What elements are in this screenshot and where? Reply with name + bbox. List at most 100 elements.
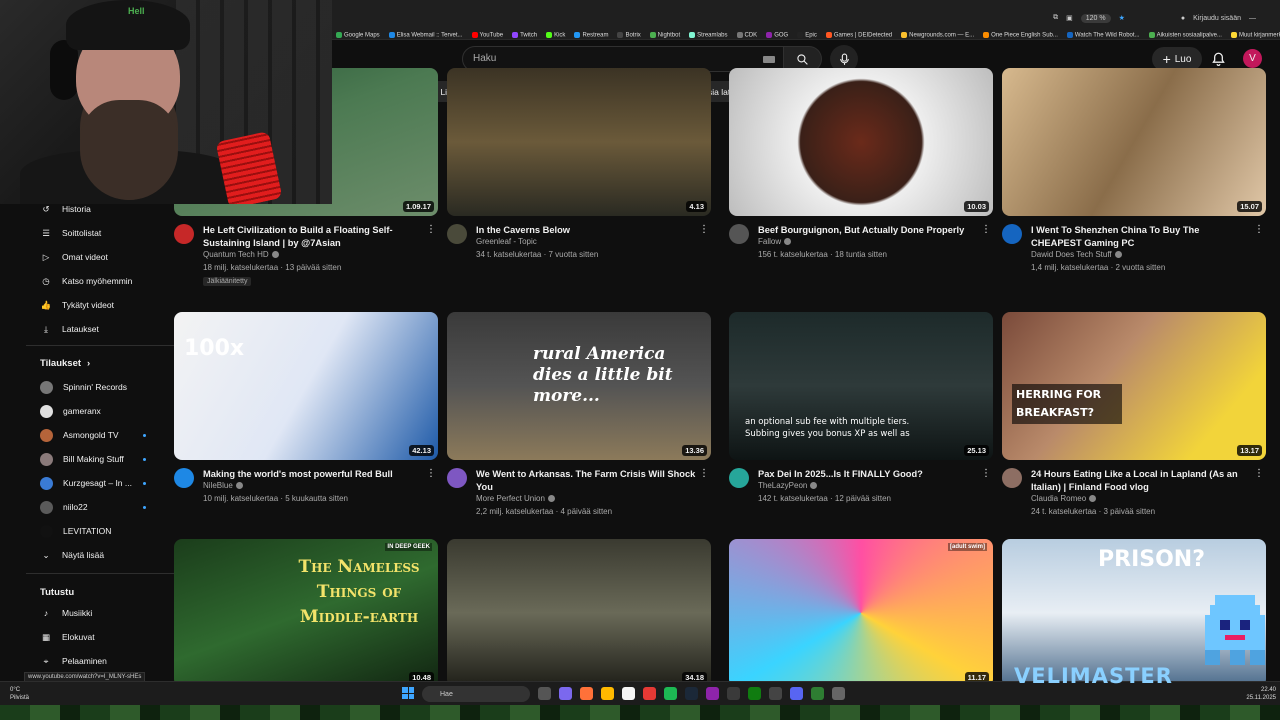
- more-actions-icon[interactable]: ⋮: [426, 224, 436, 235]
- bookmark-item[interactable]: Elisa Webmail :: Tervet...: [388, 31, 463, 38]
- channel-avatar[interactable]: [1002, 224, 1022, 244]
- channel-avatar[interactable]: [447, 468, 467, 488]
- channel-name[interactable]: TheLazyPeon: [758, 481, 818, 490]
- sign-in-button[interactable]: Kirjaudu sisään: [1193, 15, 1241, 22]
- more-actions-icon[interactable]: ⋮: [699, 468, 709, 479]
- video-thumbnail[interactable]: 10.03: [729, 68, 993, 216]
- sidebar-item-lataukset[interactable]: ⤓ Lataukset: [40, 320, 99, 338]
- more-actions-icon[interactable]: ⋮: [981, 468, 991, 479]
- star-icon[interactable]: ★: [1119, 14, 1125, 22]
- video-title[interactable]: He Left Civilization to Build a Floating…: [203, 224, 423, 249]
- sidebar-item-omat-videot[interactable]: ▷ Omat videot: [40, 248, 108, 266]
- sidebar-item-katso-myöhemmin[interactable]: ◷ Katso myöhemmin: [40, 272, 132, 290]
- subscription-item[interactable]: gameranx: [40, 402, 101, 420]
- bookmark-item[interactable]: Newgrounds.com — E...: [901, 31, 974, 38]
- channel-name[interactable]: NileBlue: [203, 481, 243, 490]
- channel-name[interactable]: Claudia Romeo: [1031, 494, 1097, 503]
- subscription-item[interactable]: Spinnin' Records: [40, 378, 127, 396]
- taskbar-app-icon[interactable]: [832, 687, 845, 700]
- bookmark-item[interactable]: Restream: [574, 31, 608, 38]
- video-title[interactable]: In the Caverns Below: [476, 224, 696, 237]
- taskbar-app-icon[interactable]: [559, 687, 572, 700]
- bookmark-item[interactable]: Aikuisten sosiaalipalve...: [1148, 31, 1222, 38]
- sidebar-item-tykätyt-videot[interactable]: 👍 Tykätyt videot: [40, 296, 114, 314]
- video-title[interactable]: Beef Bourguignon, But Actually Done Prop…: [758, 224, 978, 237]
- bookmark-item[interactable]: Nightbot: [649, 31, 680, 38]
- video-thumbnail[interactable]: rural America dies a little bit more... 1…: [447, 312, 711, 460]
- taskbar-app-icon[interactable]: [538, 687, 551, 700]
- taskbar-app-icon[interactable]: [748, 687, 761, 700]
- video-thumbnail[interactable]: 34.18: [447, 539, 711, 687]
- taskbar-search[interactable]: Hae: [422, 686, 530, 702]
- channel-name[interactable]: More Perfect Union: [476, 494, 555, 503]
- more-actions-icon[interactable]: ⋮: [1254, 468, 1264, 479]
- subscriptions-heading[interactable]: Tilaukset ›: [40, 358, 90, 369]
- video-title[interactable]: 24 Hours Eating Like a Local in Lapland …: [1031, 468, 1251, 493]
- subscription-item[interactable]: niilo22: [40, 498, 88, 516]
- taskbar-app-icon[interactable]: [622, 687, 635, 700]
- explore-item[interactable]: ▦ Elokuvat: [40, 628, 95, 646]
- keyboard-icon[interactable]: [763, 56, 775, 63]
- bookmark-item[interactable]: Streamlabs: [689, 31, 728, 38]
- start-button[interactable]: [402, 687, 414, 699]
- channel-avatar[interactable]: [174, 224, 194, 244]
- taskbar-app-icon[interactable]: [580, 687, 593, 700]
- channel-name[interactable]: Quantum Tech HD: [203, 250, 279, 259]
- bookmark-item[interactable]: GOG: [766, 31, 788, 38]
- bookmark-item[interactable]: Watch The Wild Robot...: [1066, 31, 1140, 38]
- video-thumbnail[interactable]: 4.13: [447, 68, 711, 216]
- taskbar-app-icon[interactable]: [811, 687, 824, 700]
- video-thumbnail[interactable]: an optional sub fee with multiple tiers.…: [729, 312, 993, 460]
- show-more-button[interactable]: ⌄ Näytä lisää: [40, 546, 104, 564]
- bookmark-item[interactable]: Google Maps: [336, 31, 380, 38]
- sidebar-item-soittolistat[interactable]: ☰ Soittolistat: [40, 224, 101, 242]
- zoom-indicator[interactable]: 120 %: [1080, 13, 1111, 23]
- video-thumbnail[interactable]: The Nameless Things of Middle-earth IN DE…: [174, 539, 438, 687]
- more-actions-icon[interactable]: ⋮: [699, 224, 709, 235]
- extensions-icon[interactable]: ⧉: [1053, 14, 1058, 22]
- bookmark-item[interactable]: Kick: [546, 31, 565, 38]
- more-actions-icon[interactable]: ⋮: [426, 468, 436, 479]
- notifications-button[interactable]: [1208, 49, 1228, 69]
- taskbar-app-icon[interactable]: [727, 687, 740, 700]
- explore-item[interactable]: ♪ Musiikki: [40, 604, 92, 622]
- video-title[interactable]: Pax Dei In 2025...Is It FINALLY Good?: [758, 468, 978, 481]
- channel-name[interactable]: Fallow: [758, 237, 792, 246]
- video-thumbnail[interactable]: 100x 42.13: [174, 312, 438, 460]
- channel-avatar[interactable]: [1002, 468, 1022, 488]
- video-title[interactable]: I Went To Shenzhen China To Buy The CHEA…: [1031, 224, 1251, 249]
- more-actions-icon[interactable]: ⋮: [981, 224, 991, 235]
- video-thumbnail[interactable]: [adult swim] 11.17: [729, 539, 993, 687]
- minimize-icon[interactable]: —: [1249, 15, 1256, 22]
- channel-avatar[interactable]: [174, 468, 194, 488]
- subscription-item[interactable]: Asmongold TV: [40, 426, 119, 444]
- taskbar-clock[interactable]: 22.40 25.11.2025: [1246, 686, 1276, 702]
- channel-name[interactable]: Greenleaf - Topic: [476, 237, 537, 246]
- channel-avatar[interactable]: [447, 224, 467, 244]
- video-thumbnail[interactable]: HERRING FOR BREAKFAST? 13.17: [1002, 312, 1266, 460]
- share-icon[interactable]: ▣: [1066, 14, 1073, 22]
- account-avatar[interactable]: V: [1243, 49, 1262, 68]
- channel-avatar[interactable]: [729, 468, 749, 488]
- bookmark-item[interactable]: Muut kirjanmerkit: [1230, 31, 1280, 38]
- bookmark-item[interactable]: Epic: [797, 31, 817, 38]
- weather-widget[interactable]: 0°C Pilvistä: [10, 686, 29, 702]
- channel-avatar[interactable]: [729, 224, 749, 244]
- bookmark-item[interactable]: Games | DEIDetected: [825, 31, 892, 38]
- taskbar-app-icon[interactable]: [769, 687, 782, 700]
- video-title[interactable]: Making the world's most powerful Red Bul…: [203, 468, 423, 481]
- explore-item[interactable]: ⌖ Pelaaminen: [40, 652, 107, 670]
- bookmark-item[interactable]: YouTube: [471, 31, 503, 38]
- taskbar-app-icon[interactable]: [685, 687, 698, 700]
- subscription-item[interactable]: Kurzgesagt – In ...: [40, 474, 132, 492]
- video-title[interactable]: We Went to Arkansas. The Farm Crisis Wil…: [476, 468, 696, 493]
- taskbar-app-icon[interactable]: [601, 687, 614, 700]
- taskbar-app-icon[interactable]: [643, 687, 656, 700]
- bookmark-item[interactable]: Twitch: [512, 31, 537, 38]
- taskbar-app-icon[interactable]: [790, 687, 803, 700]
- subscription-item[interactable]: Bill Making Stuff: [40, 450, 124, 468]
- bookmark-item[interactable]: Botrix: [617, 31, 641, 38]
- more-actions-icon[interactable]: ⋮: [1254, 224, 1264, 235]
- taskbar-app-icon[interactable]: [706, 687, 719, 700]
- channel-name[interactable]: Dawid Does Tech Stuff: [1031, 250, 1122, 259]
